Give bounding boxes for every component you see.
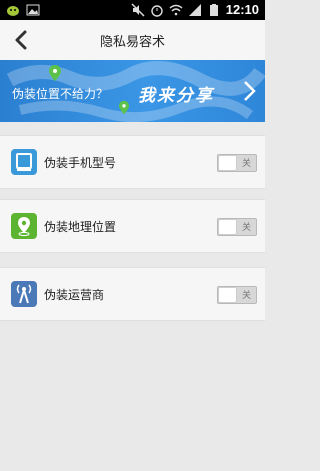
mute-icon <box>131 2 145 17</box>
battery-icon <box>209 3 218 16</box>
location-pin-icon <box>11 213 37 239</box>
setting-row-carrier[interactable]: 伪装运营商 关 <box>0 267 265 321</box>
chevron-right-icon <box>244 81 256 101</box>
location-toggle[interactable]: 关 <box>217 218 257 236</box>
status-time: 12:10 <box>225 2 259 17</box>
alarm-icon <box>151 4 163 17</box>
toggle-knob <box>219 288 236 302</box>
setting-row-phone-model[interactable]: 伪装手机型号 关 <box>0 135 265 189</box>
toggle-knob <box>219 156 236 170</box>
carrier-toggle[interactable]: 关 <box>217 286 257 304</box>
setting-label: 伪装运营商 <box>44 288 105 302</box>
toggle-state: 关 <box>241 291 251 301</box>
toggle-state: 关 <box>241 159 251 169</box>
image-notification-icon <box>26 4 40 16</box>
signal-icon <box>188 3 201 16</box>
signal-tower-icon <box>11 281 37 307</box>
banner-text: 伪装位置不给力？ <box>12 87 109 101</box>
page-title: 隐私易容术 <box>99 35 165 50</box>
status-bar: 12:10 <box>0 0 265 20</box>
setting-label: 伪装手机型号 <box>44 156 117 170</box>
wifi-icon <box>169 4 183 15</box>
banner-share-text: 我来分享 <box>138 86 214 106</box>
setting-row-location[interactable]: 伪装地理位置 关 <box>0 199 265 253</box>
phone-model-icon <box>11 149 37 175</box>
title-bar: 隐私易容术 <box>0 20 265 61</box>
toggle-state: 关 <box>241 223 251 233</box>
share-banner[interactable]: 伪装位置不给力？ 我来分享 <box>0 60 265 122</box>
toggle-knob <box>219 220 236 234</box>
setting-label: 伪装地理位置 <box>44 220 117 234</box>
phone-model-toggle[interactable]: 关 <box>217 154 257 172</box>
android-notification-icon <box>7 6 19 16</box>
location-pin-icon <box>49 65 61 81</box>
location-pin-icon <box>119 100 129 115</box>
